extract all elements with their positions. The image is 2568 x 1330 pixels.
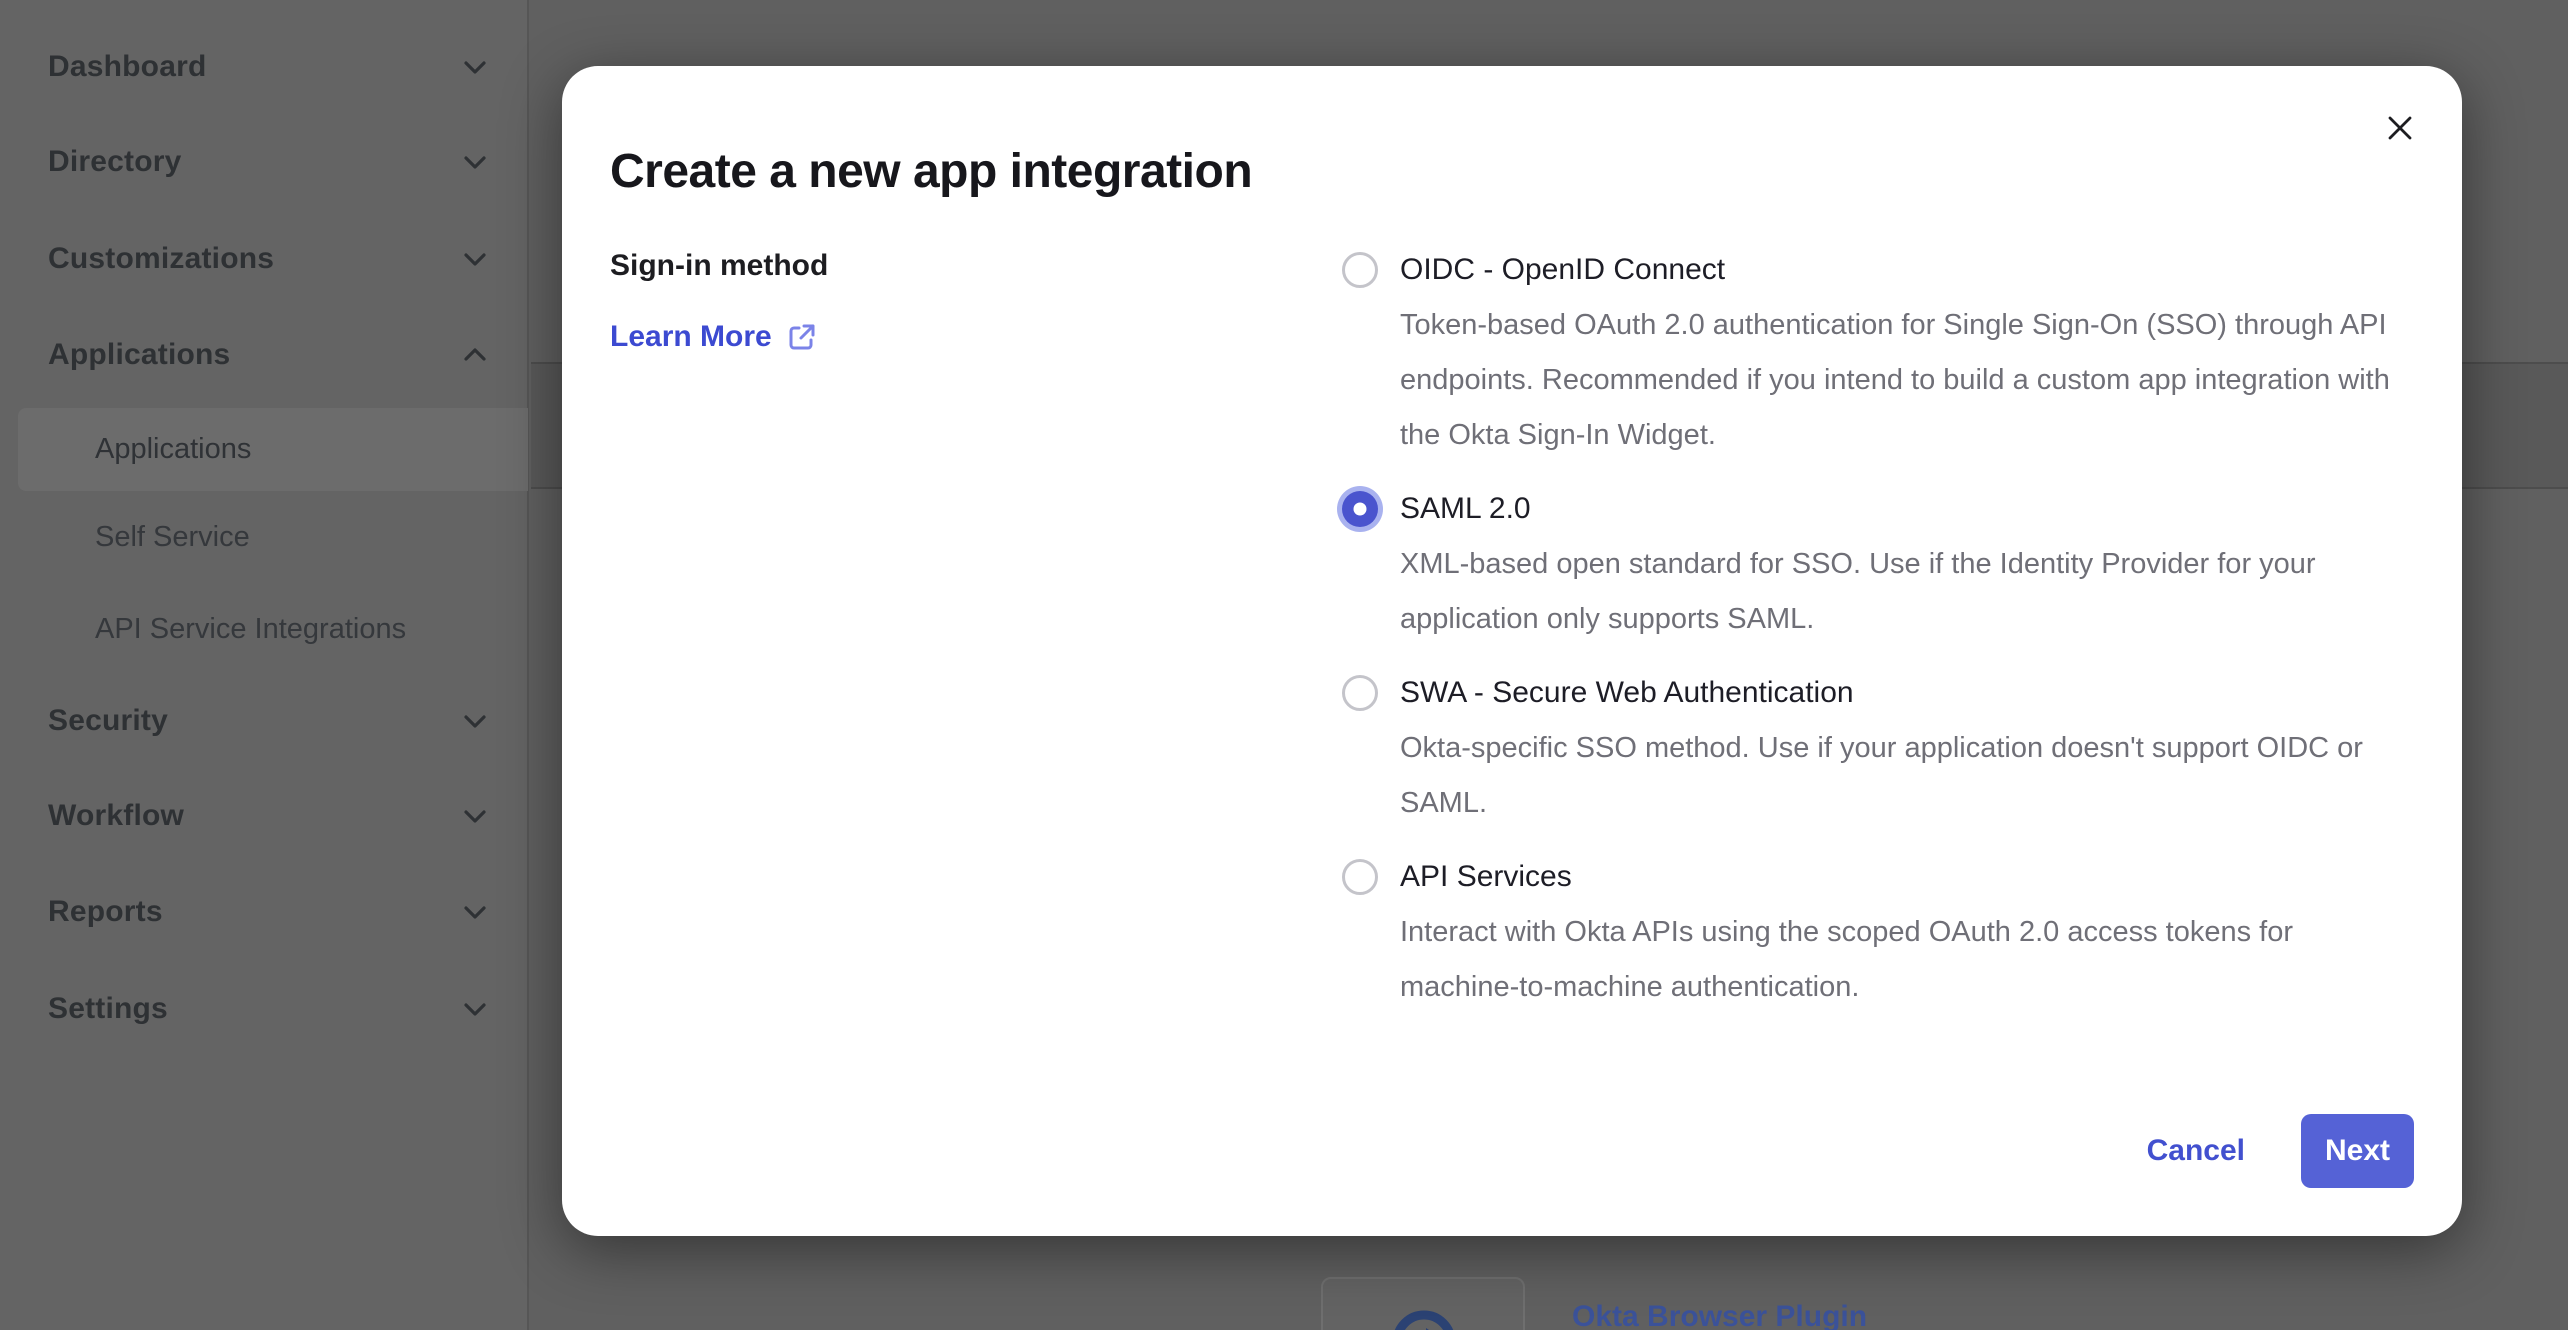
sidebar-subitem-label: Applications [95, 433, 251, 466]
option-api-services: API Services Interact with Okta APIs usi… [1342, 855, 2412, 1015]
sidebar-item-label: Workflow [48, 799, 184, 833]
option-swa: SWA - Secure Web Authentication Okta-spe… [1342, 671, 2412, 831]
sidebar-subitem-label: Self Service [95, 521, 250, 554]
option-saml: SAML 2.0 XML-based open standard for SSO… [1342, 487, 2412, 647]
close-x-glyph [2383, 111, 2417, 145]
external-link-icon [786, 321, 818, 353]
sidebar-subitem-self-service[interactable]: Self Service [0, 509, 529, 565]
sidebar-subitem-label: API Service Integrations [95, 613, 406, 646]
sidebar-subitem-api-service-integrations[interactable]: API Service Integrations [0, 601, 529, 657]
chevron-down-icon [458, 242, 492, 276]
radio-saml-selected[interactable] [1342, 491, 1378, 527]
okta-browser-plugin-card [1321, 1277, 1525, 1330]
option-label: API Services [1400, 860, 1572, 894]
radio-api-services[interactable] [1342, 859, 1378, 895]
sidebar-item-label: Settings [48, 992, 168, 1026]
chevron-down-icon [458, 50, 492, 84]
sign-in-method-options: OIDC - OpenID Connect Token-based OAuth … [1342, 248, 2412, 1039]
option-api-services-row[interactable]: API Services [1342, 855, 2412, 899]
chevron-down-icon [458, 704, 492, 738]
sidebar-item-customizations[interactable]: Customizations [0, 231, 529, 287]
radio-oidc[interactable] [1342, 252, 1378, 288]
option-swa-row[interactable]: SWA - Secure Web Authentication [1342, 671, 2412, 715]
sidebar-item-label: Customizations [48, 242, 274, 276]
okta-browser-plugin-label[interactable]: Okta Browser Plugin [1572, 1300, 1867, 1330]
okta-browser-plugin-icon [1392, 1310, 1456, 1330]
chevron-down-icon [458, 145, 492, 179]
okta-admin-screen: Dashboard Directory Customizations Appli… [0, 0, 2568, 1330]
close-icon[interactable] [2378, 106, 2422, 150]
sidebar-item-directory[interactable]: Directory [0, 134, 529, 190]
sidebar-item-security[interactable]: Security [0, 693, 529, 749]
chevron-down-icon [458, 992, 492, 1026]
cancel-button[interactable]: Cancel [2147, 1134, 2245, 1168]
sidebar-nav: Dashboard Directory Customizations Appli… [0, 0, 529, 1330]
sidebar-item-label: Dashboard [48, 50, 207, 84]
option-label: SWA - Secure Web Authentication [1400, 676, 1854, 710]
option-saml-row[interactable]: SAML 2.0 [1342, 487, 2412, 531]
sidebar-item-reports[interactable]: Reports [0, 884, 529, 940]
radio-swa[interactable] [1342, 675, 1378, 711]
sidebar-item-label: Applications [48, 338, 230, 372]
sidebar-subitem-applications[interactable]: Applications [0, 421, 529, 477]
sidebar-item-label: Directory [48, 145, 182, 179]
option-description: Okta-specific SSO method. Use if your ap… [1400, 721, 2405, 831]
modal-title: Create a new app integration [610, 144, 1252, 199]
option-oidc-row[interactable]: OIDC - OpenID Connect [1342, 248, 2412, 292]
option-oidc: OIDC - OpenID Connect Token-based OAuth … [1342, 248, 2412, 463]
learn-more-link[interactable]: Learn More [610, 320, 818, 354]
modal-footer: Cancel Next [562, 1106, 2414, 1196]
next-button[interactable]: Next [2301, 1114, 2414, 1188]
sign-in-method-label: Sign-in method [610, 249, 828, 283]
chevron-down-icon [458, 799, 492, 833]
option-description: XML-based open standard for SSO. Use if … [1400, 537, 2405, 647]
sidebar-item-dashboard[interactable]: Dashboard [0, 39, 529, 95]
chevron-up-icon [458, 338, 492, 372]
option-label: SAML 2.0 [1400, 492, 1531, 526]
chevron-down-icon [458, 895, 492, 929]
sidebar-item-label: Reports [48, 895, 163, 929]
option-label: OIDC - OpenID Connect [1400, 253, 1725, 287]
learn-more-label: Learn More [610, 320, 772, 354]
create-app-integration-modal: Create a new app integration Sign-in met… [562, 66, 2462, 1236]
sidebar-item-label: Security [48, 704, 168, 738]
option-description: Interact with Okta APIs using the scoped… [1400, 905, 2405, 1015]
sidebar-item-settings[interactable]: Settings [0, 981, 529, 1037]
sidebar-item-applications[interactable]: Applications [0, 327, 529, 383]
option-description: Token-based OAuth 2.0 authentication for… [1400, 298, 2405, 463]
sidebar-item-workflow[interactable]: Workflow [0, 788, 529, 844]
